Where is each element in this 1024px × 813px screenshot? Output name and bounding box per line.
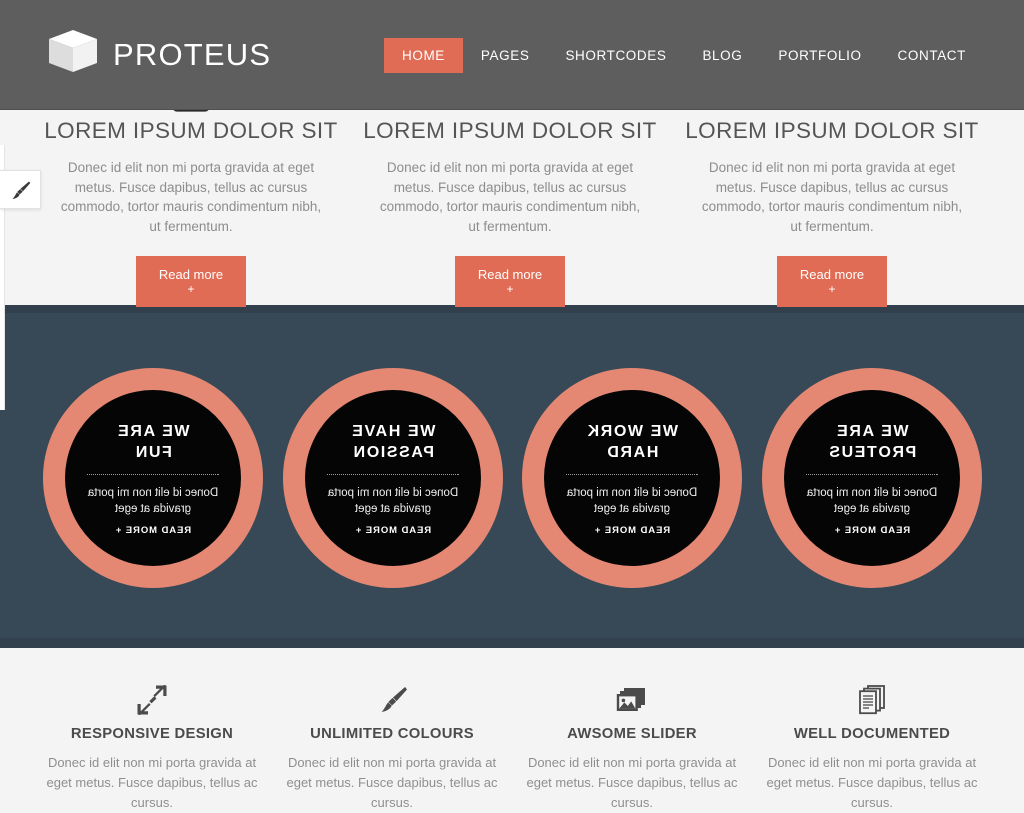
circle-title-line2: FUN bbox=[134, 443, 172, 461]
service-title: AWSOME SLIDER bbox=[567, 726, 697, 742]
circle-read-more-link[interactable]: READ MORE + bbox=[834, 525, 910, 536]
service-column-1: RESPONSIVE DESIGN Donec id elit non mi p… bbox=[32, 684, 272, 813]
style-switcher-toggle[interactable] bbox=[0, 170, 41, 209]
read-more-button[interactable]: Read more + bbox=[136, 256, 246, 307]
circle-text-line2: gravida at eget bbox=[833, 502, 911, 515]
read-more-label: Read more bbox=[477, 267, 543, 282]
resize-arrows-icon bbox=[32, 684, 272, 716]
service-text: Donec id elit non mi porta gravida at eg… bbox=[526, 755, 738, 810]
circle-text-line2: gravida at eget bbox=[593, 502, 671, 515]
circle-title-line1: WE WORK bbox=[585, 422, 679, 440]
feature-title: LOREM IPSUM DOLOR SIT bbox=[363, 118, 657, 143]
circle-card[interactable]: WE WORK HARD Donec id elit non mi porta … bbox=[522, 368, 742, 588]
image-icon bbox=[512, 684, 752, 716]
feature-text: Donec id elit non mi porta gravida at eg… bbox=[701, 160, 963, 234]
circle-content: WE HAVE PASSION Donec id elit non mi por… bbox=[305, 390, 481, 566]
nav-item-pages[interactable]: PAGES bbox=[463, 38, 548, 73]
circle-text-line1: Donec id elit non mi porta bbox=[327, 486, 459, 499]
circle-card[interactable]: WE HAVE PASSION Donec id elit non mi por… bbox=[283, 368, 503, 588]
circle-text-line1: Donec id elit non mi porta bbox=[87, 486, 219, 499]
services-section: RESPONSIVE DESIGN Donec id elit non mi p… bbox=[0, 648, 1024, 810]
service-text: Donec id elit non mi porta gravida at eg… bbox=[46, 755, 258, 810]
nav-item-home[interactable]: HOME bbox=[384, 38, 463, 73]
documents-icon bbox=[752, 684, 992, 716]
service-title: UNLIMITED COLOURS bbox=[310, 726, 474, 742]
site-header: PROTEUS HOME PAGES SHORTCODES BLOG PORTF… bbox=[0, 0, 1024, 110]
circles-section: WE ARE FUN Donec id elit non mi porta gr… bbox=[0, 305, 1024, 648]
service-text: Donec id elit non mi porta gravida at eg… bbox=[286, 755, 498, 810]
read-more-plus: + bbox=[187, 282, 195, 296]
paintbrush-icon bbox=[9, 180, 31, 200]
read-more-label: Read more bbox=[158, 267, 224, 282]
circle-title-line1: WE HAVE bbox=[350, 422, 436, 440]
service-title: RESPONSIVE DESIGN bbox=[70, 726, 234, 742]
service-column-3: AWSOME SLIDER Donec id elit non mi porta… bbox=[512, 684, 752, 813]
circle-content: WE ARE FUN Donec id elit non mi porta gr… bbox=[65, 390, 241, 566]
circle-content: WE WORK HARD Donec id elit non mi porta … bbox=[544, 390, 720, 566]
logo-text: PROTEUS bbox=[113, 37, 272, 72]
divider bbox=[806, 473, 938, 475]
service-text: Donec id elit non mi porta gravida at eg… bbox=[766, 755, 978, 810]
nav-item-contact[interactable]: CONTACT bbox=[880, 38, 984, 73]
read-more-label: Read more bbox=[799, 267, 865, 282]
nav-item-shortcodes[interactable]: SHORTCODES bbox=[547, 38, 684, 73]
logo[interactable]: PROTEUS bbox=[46, 28, 271, 81]
circle-title-line1: WE ARE bbox=[835, 422, 909, 440]
circle-text-line1: Donec id elit non mi porta bbox=[806, 486, 938, 499]
nav-item-blog[interactable]: BLOG bbox=[684, 38, 760, 73]
divider bbox=[566, 473, 698, 475]
circle-read-more-link[interactable]: READ MORE + bbox=[355, 525, 431, 536]
service-column-4: WELL DOCUMENTED Donec id elit non mi por… bbox=[752, 684, 992, 813]
divider bbox=[87, 473, 219, 475]
circle-card[interactable]: WE ARE FUN Donec id elit non mi porta gr… bbox=[43, 368, 263, 588]
feature-text: Donec id elit non mi porta gravida at eg… bbox=[379, 160, 641, 234]
feature-title: LOREM IPSUM DOLOR SIT bbox=[685, 118, 979, 143]
circle-read-more-link[interactable]: READ MORE + bbox=[594, 525, 670, 536]
read-more-button[interactable]: Read more + bbox=[777, 256, 887, 307]
cube-icon bbox=[46, 28, 100, 81]
feature-title: LOREM IPSUM DOLOR SIT bbox=[44, 118, 338, 143]
circle-text-line2: gravida at eget bbox=[114, 502, 192, 515]
circle-text-line1: Donec id elit non mi porta bbox=[566, 486, 698, 499]
read-more-plus: + bbox=[506, 282, 514, 296]
read-more-plus: + bbox=[828, 282, 836, 296]
feature-text: Donec id elit non mi porta gravida at eg… bbox=[60, 160, 322, 234]
circle-title-line2: HARD bbox=[605, 443, 659, 461]
nav-item-portfolio[interactable]: PORTFOLIO bbox=[760, 38, 879, 73]
service-column-2: UNLIMITED COLOURS Donec id elit non mi p… bbox=[272, 684, 512, 813]
circle-read-more-link[interactable]: READ MORE + bbox=[115, 525, 191, 536]
service-title: WELL DOCUMENTED bbox=[793, 726, 951, 742]
circle-title-line1: WE ARE bbox=[116, 422, 190, 440]
read-more-button[interactable]: Read more + bbox=[455, 256, 565, 307]
circle-title-line2: PASSION bbox=[351, 443, 435, 461]
circle-title-line2: PROTEUS bbox=[827, 443, 917, 461]
paintbrush-icon bbox=[272, 684, 512, 716]
circle-card[interactable]: WE ARE PROTEUS Donec id elit non mi port… bbox=[762, 368, 982, 588]
circle-content: WE ARE PROTEUS Donec id elit non mi port… bbox=[784, 390, 960, 566]
circle-text-line2: gravida at eget bbox=[354, 502, 432, 515]
main-navigation: HOME PAGES SHORTCODES BLOG PORTFOLIO CON… bbox=[384, 38, 984, 73]
divider bbox=[327, 473, 459, 475]
